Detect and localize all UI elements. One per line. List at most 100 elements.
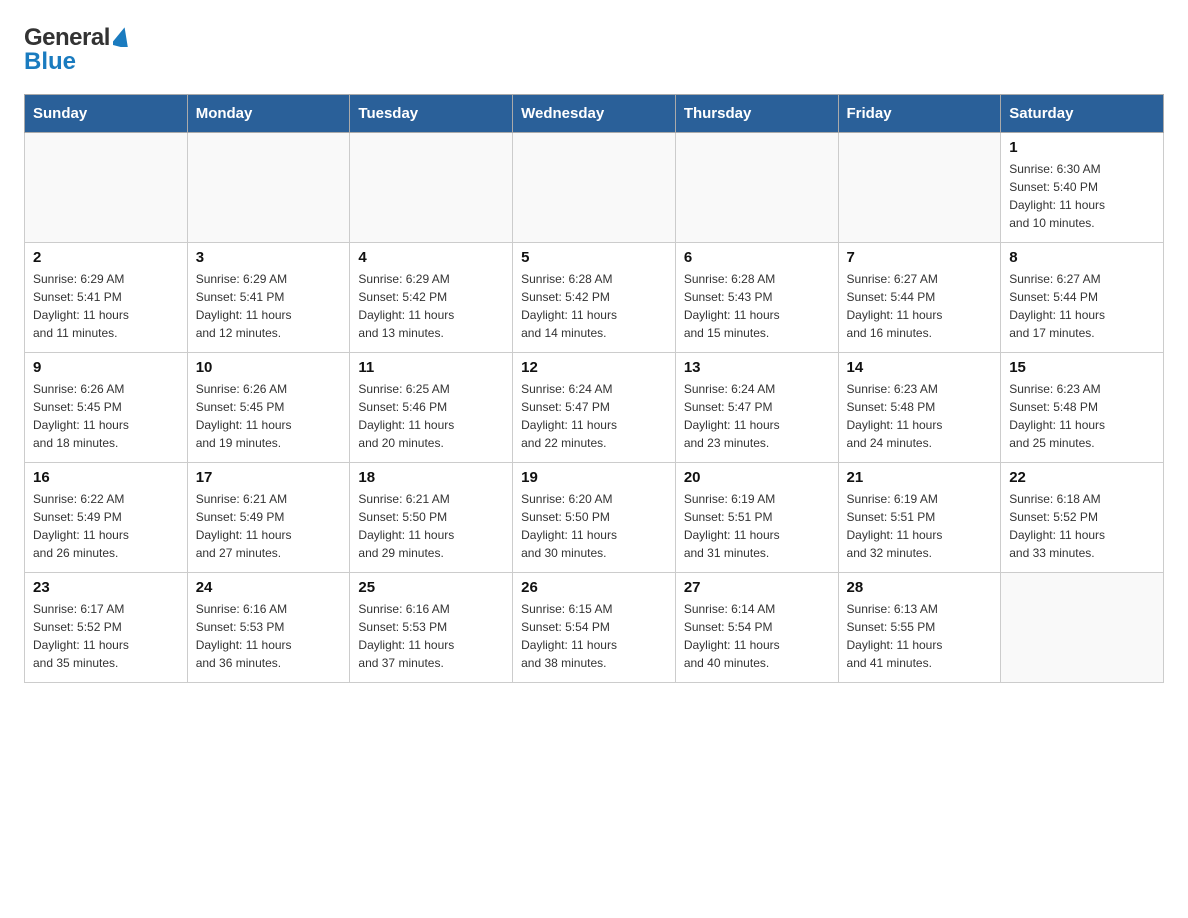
calendar-cell: 10 Sunrise: 6:26 AM Sunset: 5:45 PM Dayli…: [187, 353, 350, 463]
calendar-cell: 4 Sunrise: 6:29 AM Sunset: 5:42 PM Daylig…: [350, 243, 513, 353]
day-info: Sunrise: 6:24 AM Sunset: 5:47 PM Dayligh…: [521, 380, 667, 452]
logo-blue-text: Blue: [24, 48, 76, 76]
calendar-cell: [187, 133, 350, 243]
day-info: Sunrise: 6:27 AM Sunset: 5:44 PM Dayligh…: [847, 270, 993, 342]
calendar-cell: 24 Sunrise: 6:16 AM Sunset: 5:53 PM Dayli…: [187, 573, 350, 683]
calendar-cell: 11 Sunrise: 6:25 AM Sunset: 5:46 PM Dayli…: [350, 353, 513, 463]
day-info: Sunrise: 6:26 AM Sunset: 5:45 PM Dayligh…: [33, 380, 179, 452]
page-header: General Blue: [24, 24, 1164, 76]
calendar-cell: 16Sunrise: 6:22 AM Sunset: 5:49 PM Dayli…: [25, 463, 188, 573]
day-info: Sunrise: 6:27 AM Sunset: 5:44 PM Dayligh…: [1009, 270, 1155, 342]
logo-arrow-icon: [113, 27, 131, 52]
weekday-header-row: SundayMondayTuesdayWednesdayThursdayFrid…: [25, 95, 1164, 133]
calendar-cell: [838, 133, 1001, 243]
day-number: 4: [358, 249, 504, 266]
calendar-cell: 6 Sunrise: 6:28 AM Sunset: 5:43 PM Daylig…: [675, 243, 838, 353]
weekday-header-tuesday: Tuesday: [350, 95, 513, 133]
day-info: Sunrise: 6:19 AM Sunset: 5:51 PM Dayligh…: [684, 490, 830, 562]
day-number: 7: [847, 249, 993, 266]
calendar-cell: [1001, 573, 1164, 683]
day-info: Sunrise: 6:23 AM Sunset: 5:48 PM Dayligh…: [847, 380, 993, 452]
weekday-header-sunday: Sunday: [25, 95, 188, 133]
weekday-header-thursday: Thursday: [675, 95, 838, 133]
calendar-cell: 25Sunrise: 6:16 AM Sunset: 5:53 PM Dayli…: [350, 573, 513, 683]
calendar-cell: [25, 133, 188, 243]
day-number: 15: [1009, 359, 1155, 376]
calendar-cell: [675, 133, 838, 243]
day-number: 5: [521, 249, 667, 266]
day-number: 28: [847, 579, 993, 596]
calendar-table: SundayMondayTuesdayWednesdayThursdayFrid…: [24, 94, 1164, 683]
day-info: Sunrise: 6:29 AM Sunset: 5:41 PM Dayligh…: [33, 270, 179, 342]
day-info: Sunrise: 6:28 AM Sunset: 5:42 PM Dayligh…: [521, 270, 667, 342]
calendar-cell: [513, 133, 676, 243]
calendar-cell: 1Sunrise: 6:30 AM Sunset: 5:40 PM Daylig…: [1001, 133, 1164, 243]
day-number: 12: [521, 359, 667, 376]
day-number: 13: [684, 359, 830, 376]
calendar-cell: 26 Sunrise: 6:15 AM Sunset: 5:54 PM Dayli…: [513, 573, 676, 683]
day-number: 24: [196, 579, 342, 596]
weekday-header-friday: Friday: [838, 95, 1001, 133]
day-info: Sunrise: 6:19 AM Sunset: 5:51 PM Dayligh…: [847, 490, 993, 562]
calendar-cell: 21 Sunrise: 6:19 AM Sunset: 5:51 PM Dayli…: [838, 463, 1001, 573]
day-number: 17: [196, 469, 342, 486]
weekday-header-saturday: Saturday: [1001, 95, 1164, 133]
calendar-cell: 27 Sunrise: 6:14 AM Sunset: 5:54 PM Dayli…: [675, 573, 838, 683]
day-number: 20: [684, 469, 830, 486]
day-number: 21: [847, 469, 993, 486]
day-info: Sunrise: 6:29 AM Sunset: 5:42 PM Dayligh…: [358, 270, 504, 342]
day-info: Sunrise: 6:18 AM Sunset: 5:52 PM Dayligh…: [1009, 490, 1155, 562]
day-number: 14: [847, 359, 993, 376]
day-info: Sunrise: 6:16 AM Sunset: 5:53 PM Dayligh…: [196, 600, 342, 672]
day-number: 2: [33, 249, 179, 266]
day-number: 16: [33, 469, 179, 486]
calendar-week-row: 16Sunrise: 6:22 AM Sunset: 5:49 PM Dayli…: [25, 463, 1164, 573]
day-number: 11: [358, 359, 504, 376]
day-info: Sunrise: 6:29 AM Sunset: 5:41 PM Dayligh…: [196, 270, 342, 342]
calendar-cell: 9 Sunrise: 6:26 AM Sunset: 5:45 PM Daylig…: [25, 353, 188, 463]
calendar-cell: 20 Sunrise: 6:19 AM Sunset: 5:51 PM Dayli…: [675, 463, 838, 573]
calendar-week-row: 23Sunrise: 6:17 AM Sunset: 5:52 PM Dayli…: [25, 573, 1164, 683]
calendar-cell: 12 Sunrise: 6:24 AM Sunset: 5:47 PM Dayli…: [513, 353, 676, 463]
day-info: Sunrise: 6:30 AM Sunset: 5:40 PM Dayligh…: [1009, 160, 1155, 232]
day-info: Sunrise: 6:28 AM Sunset: 5:43 PM Dayligh…: [684, 270, 830, 342]
calendar-cell: 2 Sunrise: 6:29 AM Sunset: 5:41 PM Daylig…: [25, 243, 188, 353]
calendar-cell: 7 Sunrise: 6:27 AM Sunset: 5:44 PM Daylig…: [838, 243, 1001, 353]
day-number: 25: [358, 579, 504, 596]
calendar-week-row: 2 Sunrise: 6:29 AM Sunset: 5:41 PM Daylig…: [25, 243, 1164, 353]
day-number: 6: [684, 249, 830, 266]
calendar-cell: 17Sunrise: 6:21 AM Sunset: 5:49 PM Dayli…: [187, 463, 350, 573]
calendar-cell: 23Sunrise: 6:17 AM Sunset: 5:52 PM Dayli…: [25, 573, 188, 683]
day-info: Sunrise: 6:26 AM Sunset: 5:45 PM Dayligh…: [196, 380, 342, 452]
weekday-header-monday: Monday: [187, 95, 350, 133]
day-info: Sunrise: 6:14 AM Sunset: 5:54 PM Dayligh…: [684, 600, 830, 672]
logo: General Blue: [24, 24, 131, 76]
weekday-header-wednesday: Wednesday: [513, 95, 676, 133]
calendar-cell: 13 Sunrise: 6:24 AM Sunset: 5:47 PM Dayli…: [675, 353, 838, 463]
day-info: Sunrise: 6:23 AM Sunset: 5:48 PM Dayligh…: [1009, 380, 1155, 452]
day-info: Sunrise: 6:25 AM Sunset: 5:46 PM Dayligh…: [358, 380, 504, 452]
calendar-cell: 14 Sunrise: 6:23 AM Sunset: 5:48 PM Dayli…: [838, 353, 1001, 463]
calendar-week-row: 9 Sunrise: 6:26 AM Sunset: 5:45 PM Daylig…: [25, 353, 1164, 463]
calendar-cell: 5 Sunrise: 6:28 AM Sunset: 5:42 PM Daylig…: [513, 243, 676, 353]
calendar-cell: 8 Sunrise: 6:27 AM Sunset: 5:44 PM Daylig…: [1001, 243, 1164, 353]
day-info: Sunrise: 6:20 AM Sunset: 5:50 PM Dayligh…: [521, 490, 667, 562]
calendar-cell: 3 Sunrise: 6:29 AM Sunset: 5:41 PM Daylig…: [187, 243, 350, 353]
day-number: 3: [196, 249, 342, 266]
day-info: Sunrise: 6:13 AM Sunset: 5:55 PM Dayligh…: [847, 600, 993, 672]
calendar-cell: 22Sunrise: 6:18 AM Sunset: 5:52 PM Dayli…: [1001, 463, 1164, 573]
calendar-cell: 28 Sunrise: 6:13 AM Sunset: 5:55 PM Dayli…: [838, 573, 1001, 683]
calendar-cell: [350, 133, 513, 243]
day-number: 8: [1009, 249, 1155, 266]
day-number: 10: [196, 359, 342, 376]
day-number: 26: [521, 579, 667, 596]
day-info: Sunrise: 6:24 AM Sunset: 5:47 PM Dayligh…: [684, 380, 830, 452]
day-number: 9: [33, 359, 179, 376]
day-number: 27: [684, 579, 830, 596]
calendar-week-row: 1Sunrise: 6:30 AM Sunset: 5:40 PM Daylig…: [25, 133, 1164, 243]
calendar-cell: 18Sunrise: 6:21 AM Sunset: 5:50 PM Dayli…: [350, 463, 513, 573]
day-info: Sunrise: 6:15 AM Sunset: 5:54 PM Dayligh…: [521, 600, 667, 672]
day-number: 18: [358, 469, 504, 486]
day-number: 23: [33, 579, 179, 596]
day-number: 19: [521, 469, 667, 486]
